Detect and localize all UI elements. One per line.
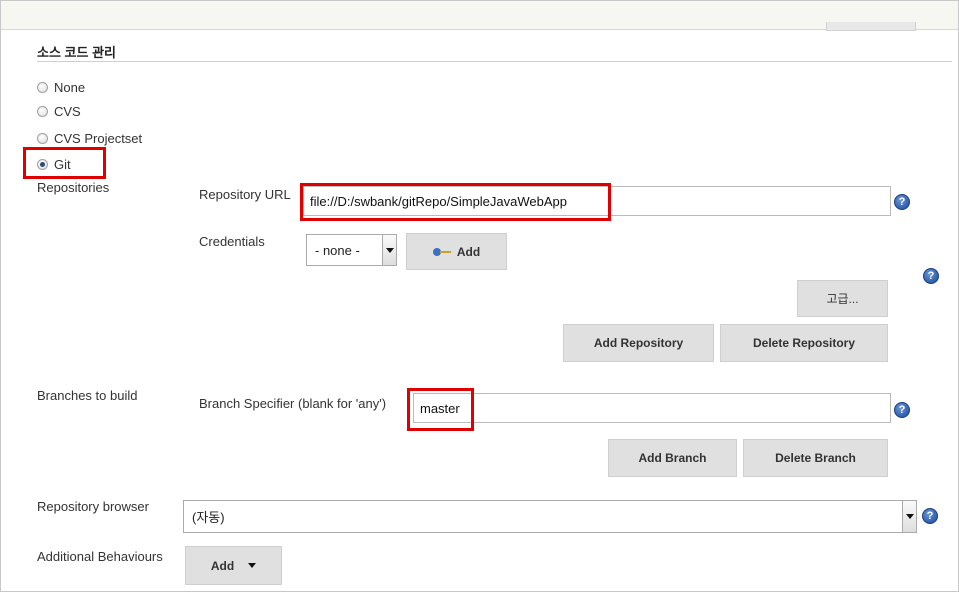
- repository-browser-label: Repository browser: [37, 499, 149, 514]
- radio-cvs[interactable]: [37, 105, 48, 117]
- add-credentials-button[interactable]: Add: [406, 233, 507, 270]
- help-icon[interactable]: ?: [894, 402, 910, 418]
- scm-option-cvs[interactable]: CVS: [37, 102, 81, 120]
- chevron-down-icon: [248, 563, 257, 568]
- branches-label: Branches to build: [37, 388, 138, 403]
- add-behaviour-button[interactable]: Add: [185, 546, 282, 585]
- scm-option-none[interactable]: None: [37, 78, 85, 96]
- highlight-branch-specifier: [407, 388, 474, 431]
- chevron-down-icon[interactable]: [382, 235, 396, 265]
- help-icon[interactable]: ?: [923, 268, 939, 284]
- add-branch-button[interactable]: Add Branch: [608, 439, 737, 477]
- advanced-button[interactable]: 고급...: [797, 280, 888, 317]
- delete-repository-button[interactable]: Delete Repository: [720, 324, 888, 362]
- additional-behaviours-label: Additional Behaviours: [37, 549, 163, 564]
- delete-branch-button[interactable]: Delete Branch: [743, 439, 888, 477]
- credentials-select[interactable]: - none -: [306, 234, 397, 266]
- scm-option-cvs-projectset[interactable]: CVS Projectset: [37, 129, 142, 147]
- radio-cvs-projectset[interactable]: [37, 132, 48, 144]
- radio-none[interactable]: [37, 81, 48, 93]
- branch-specifier-input[interactable]: master: [413, 393, 891, 423]
- help-icon[interactable]: ?: [922, 508, 938, 524]
- repositories-label: Repositories: [37, 180, 110, 195]
- add-credentials-label: Add: [456, 244, 481, 259]
- credentials-value: - none -: [315, 242, 360, 258]
- chevron-down-icon[interactable]: [902, 501, 916, 532]
- repository-browser-select[interactable]: (자동): [183, 500, 917, 533]
- highlight-repository-url: [300, 183, 611, 221]
- scm-option-label: CVS: [54, 103, 81, 119]
- top-toolbar-strip: [1, 1, 958, 30]
- section-divider: [37, 61, 952, 62]
- scm-option-label: CVS Projectset: [54, 130, 143, 146]
- scm-option-label: None: [54, 79, 86, 95]
- section-title: 소스 코드 관리: [37, 45, 116, 60]
- branch-specifier-label: Branch Specifier (blank for 'any'): [199, 396, 387, 411]
- repository-url-label: Repository URL: [199, 187, 291, 202]
- repository-browser-value: (자동): [192, 510, 225, 525]
- highlight-git: [23, 147, 106, 179]
- help-icon[interactable]: ?: [894, 194, 910, 210]
- add-behaviour-label: Add: [210, 558, 235, 573]
- add-repository-button[interactable]: Add Repository: [563, 324, 714, 362]
- top-button-partial[interactable]: [826, 22, 916, 31]
- credentials-label: Credentials: [199, 234, 265, 249]
- key-icon: [432, 247, 451, 256]
